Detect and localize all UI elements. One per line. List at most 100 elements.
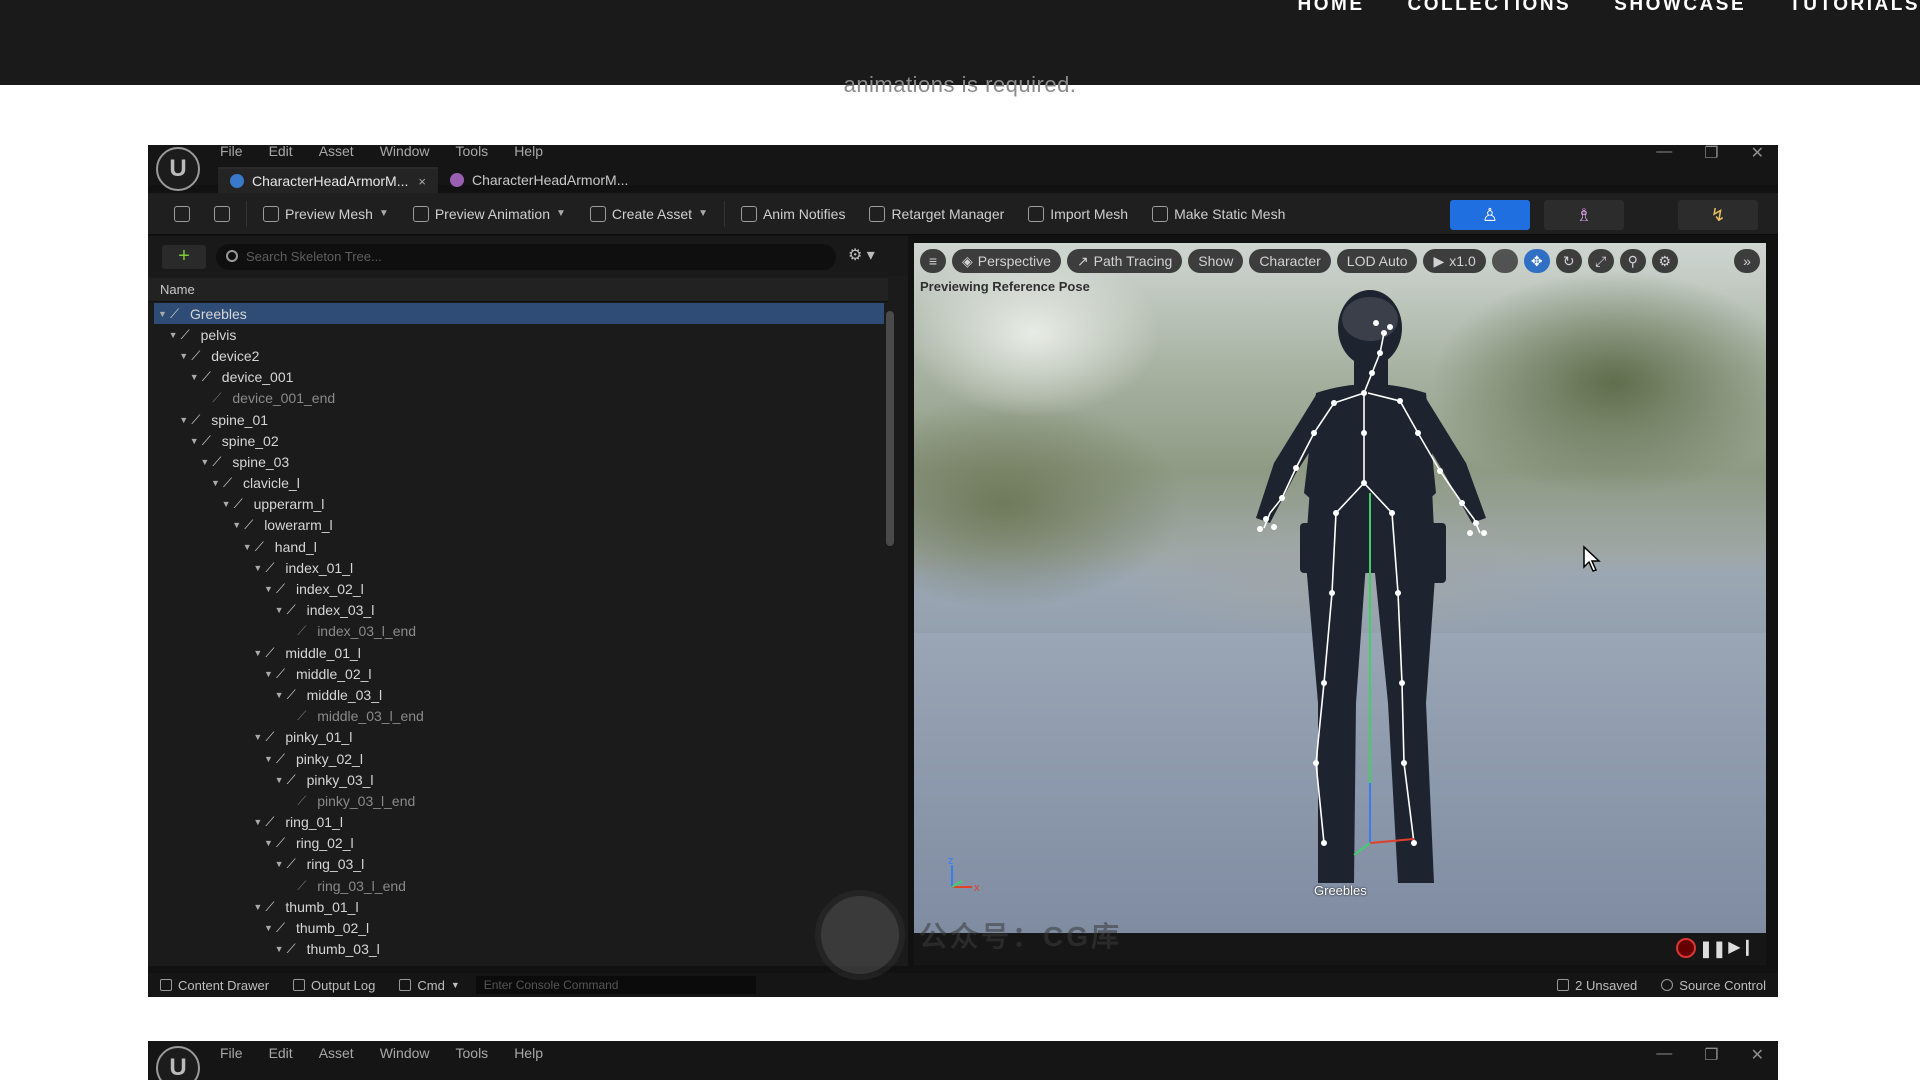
preview-animation-button[interactable]: Preview Animation ▼ xyxy=(401,199,578,229)
source-control-button[interactable]: Source Control xyxy=(1649,978,1778,993)
animation-mode-button[interactable]: ↯ xyxy=(1678,200,1758,230)
tree-row[interactable]: ▼ ⟋ Greebles xyxy=(154,303,884,325)
expand-arrow-icon[interactable]: ▼ xyxy=(253,648,265,658)
unreal-logo-icon[interactable]: U xyxy=(156,147,200,191)
expand-arrow-icon[interactable]: ▼ xyxy=(190,372,202,382)
cmd-dropdown[interactable]: Cmd ▼ xyxy=(387,978,471,993)
make-static-mesh-button[interactable]: Make Static Mesh xyxy=(1140,199,1297,229)
gear-icon[interactable]: ⚙ ▾ xyxy=(848,245,875,265)
menu-tools[interactable]: Tools xyxy=(456,145,489,159)
retarget-manager-button[interactable]: Retarget Manager xyxy=(857,199,1016,229)
minimize-icon[interactable]: — xyxy=(1656,1045,1672,1065)
viewport-menu-icon[interactable]: ≡ xyxy=(920,249,946,273)
menu-edit[interactable]: Edit xyxy=(269,145,293,159)
expand-arrow-icon[interactable]: ▼ xyxy=(275,775,287,785)
tree-row[interactable]: ▼ ⟋ thumb_01_l xyxy=(154,896,884,917)
expand-arrow-icon[interactable]: ▼ xyxy=(211,478,223,488)
content-drawer-button[interactable]: Content Drawer xyxy=(148,978,281,993)
unsaved-button[interactable]: 2 Unsaved xyxy=(1545,978,1649,993)
expand-arrow-icon[interactable]: ▼ xyxy=(158,309,170,319)
tree-row[interactable]: ⟋ ring_03_l_end xyxy=(154,875,884,896)
tree-scrollbar[interactable] xyxy=(886,311,894,546)
expand-arrow-icon[interactable]: ▼ xyxy=(264,838,276,848)
menu-tools[interactable]: Tools xyxy=(456,1045,489,1061)
browse-button[interactable] xyxy=(202,199,242,229)
tree-row[interactable]: ▼ ⟋ lowerarm_l xyxy=(154,515,884,536)
path-tracing-button[interactable]: ↗ Path Tracing xyxy=(1066,249,1183,273)
expand-arrow-icon[interactable]: ▼ xyxy=(243,542,255,552)
expand-arrow-icon[interactable]: ▼ xyxy=(232,520,244,530)
translate-icon[interactable]: ✥ xyxy=(1523,249,1550,273)
tree-row[interactable]: ▼ ⟋ spine_03 xyxy=(154,451,884,472)
expand-arrow-icon[interactable]: ▼ xyxy=(179,415,191,425)
output-log-button[interactable]: Output Log xyxy=(281,978,387,993)
step-forward-icon[interactable]: ▶❙ xyxy=(1728,937,1754,957)
expand-arrow-icon[interactable]: ▼ xyxy=(275,605,287,615)
close-icon[interactable]: ✕ xyxy=(1751,1045,1764,1065)
tree-row[interactable]: ▼ ⟋ spine_02 xyxy=(154,430,884,451)
expand-arrow-icon[interactable]: ▼ xyxy=(275,690,287,700)
restore-icon[interactable]: ❐ xyxy=(1704,1045,1718,1065)
import-mesh-button[interactable]: Import Mesh xyxy=(1016,199,1140,229)
tree-row[interactable]: ▼ ⟋ middle_01_l xyxy=(154,642,884,663)
pause-icon[interactable]: ❚❚ xyxy=(1699,939,1726,959)
menu-file[interactable]: File xyxy=(220,145,243,159)
expand-arrow-icon[interactable]: ▼ xyxy=(253,902,265,912)
tree-row[interactable]: ▼ ⟋ index_03_l xyxy=(154,600,884,621)
minimize-icon[interactable]: — xyxy=(1656,145,1672,163)
close-icon[interactable]: ✕ xyxy=(1751,145,1764,163)
tree-row[interactable]: ▼ ⟋ index_01_l xyxy=(154,557,884,578)
tab-skeleton[interactable]: CharacterHeadArmorM... × xyxy=(218,167,438,193)
tree-row[interactable]: ▼ ⟋ middle_02_l xyxy=(154,663,884,684)
tree-row[interactable]: ▼ ⟋ pinky_03_l xyxy=(154,769,884,790)
perspective-button[interactable]: ◈ Perspective xyxy=(952,249,1061,273)
tree-row[interactable]: ⟋ device_001_end xyxy=(154,388,884,409)
tree-row[interactable]: ▼ ⟋ pinky_02_l xyxy=(154,748,884,769)
expand-arrow-icon[interactable]: ▼ xyxy=(275,944,287,954)
nav-showcase[interactable]: SHOWCASE xyxy=(1614,0,1746,16)
expand-arrow-icon[interactable]: ▼ xyxy=(200,457,212,467)
nav-home[interactable]: HOME xyxy=(1298,0,1365,16)
unreal-logo-icon[interactable]: U xyxy=(156,1046,200,1080)
tree-row[interactable]: ▼ ⟋ clavicle_l xyxy=(154,473,884,494)
menu-asset[interactable]: Asset xyxy=(319,1045,354,1061)
expand-arrow-icon[interactable]: ▼ xyxy=(264,584,276,594)
nav-tutorials[interactable]: TUTORIALS xyxy=(1789,0,1920,16)
tab-close-icon[interactable]: × xyxy=(418,174,426,189)
scale-icon[interactable]: ⤢ xyxy=(1587,249,1614,273)
record-icon[interactable] xyxy=(1676,938,1696,958)
tree-row[interactable]: ▼ ⟋ ring_01_l xyxy=(154,812,884,833)
preview-mesh-button[interactable]: Preview Mesh ▼ xyxy=(251,199,401,229)
tree-row[interactable]: ▼ ⟋ device2 xyxy=(154,345,884,366)
tree-row[interactable]: ▼ ⟋ spine_01 xyxy=(154,409,884,430)
tree-row[interactable]: ⟋ middle_03_l_end xyxy=(154,706,884,727)
menu-help[interactable]: Help xyxy=(514,1045,543,1061)
create-asset-button[interactable]: Create Asset ▼ xyxy=(578,199,720,229)
tree-row[interactable]: ▼ ⟋ thumb_02_l xyxy=(154,917,884,938)
show-button[interactable]: Show xyxy=(1188,249,1244,273)
expand-arrow-icon[interactable]: ▼ xyxy=(190,436,202,446)
nav-collections[interactable]: COLLECTIONS xyxy=(1408,0,1572,16)
lod-button[interactable]: LOD Auto xyxy=(1336,249,1418,273)
viewport-expand-icon[interactable]: » xyxy=(1734,249,1760,273)
expand-arrow-icon[interactable]: ▼ xyxy=(264,754,276,764)
playback-speed-button[interactable]: ▶ x1.0 xyxy=(1423,249,1486,273)
tree-row[interactable]: ⟋ pinky_03_l_end xyxy=(154,790,884,811)
save-button[interactable] xyxy=(162,199,202,229)
tree-row[interactable]: ▼ ⟋ thumb_03_l xyxy=(154,939,884,960)
expand-arrow-icon[interactable]: ▼ xyxy=(179,351,191,361)
tree-row[interactable]: ⟋ index_03_l_end xyxy=(154,621,884,642)
menu-edit[interactable]: Edit xyxy=(269,1045,293,1061)
preview-viewport[interactable]: ≡ ◈ Perspective ↗ Path Tracing Show Charac… xyxy=(914,243,1766,933)
tree-row[interactable]: ▼ ⟋ device_001 xyxy=(154,367,884,388)
restore-icon[interactable]: ❐ xyxy=(1704,145,1718,163)
mesh-mode-button[interactable]: ♗ xyxy=(1544,200,1624,230)
menu-help[interactable]: Help xyxy=(514,145,543,159)
expand-arrow-icon[interactable]: ▼ xyxy=(264,669,276,679)
menu-window[interactable]: Window xyxy=(380,145,430,159)
tree-row[interactable]: ▼ ⟋ pelvis xyxy=(154,324,884,345)
column-header-name[interactable]: Name xyxy=(148,278,888,302)
menu-file[interactable]: File xyxy=(220,1045,243,1061)
rotate-icon[interactable]: ↻ xyxy=(1555,249,1582,273)
tree-row[interactable]: ▼ ⟋ ring_03_l xyxy=(154,854,884,875)
